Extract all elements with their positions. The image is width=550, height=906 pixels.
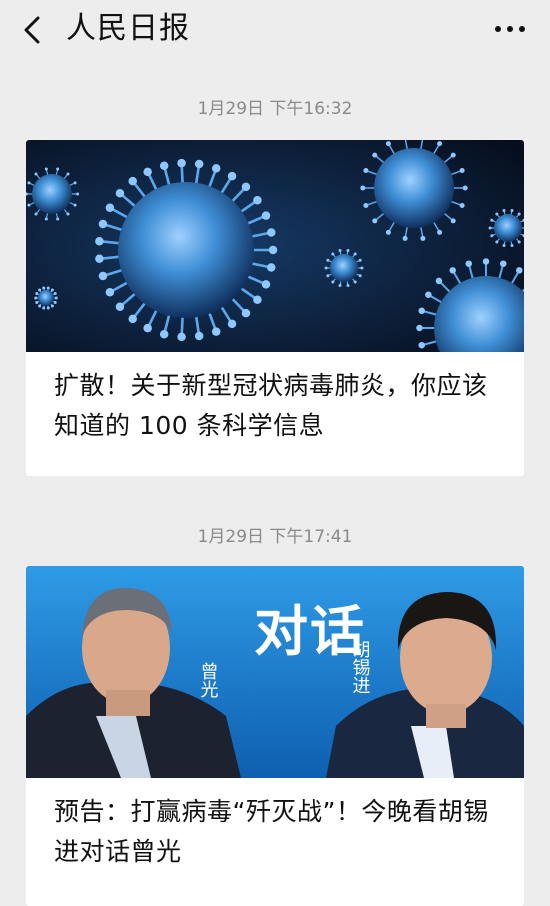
more-options-icon[interactable] bbox=[492, 14, 528, 44]
article-card[interactable]: 扩散！关于新型冠状病毒肺炎，你应该知道的 100 条科学信息 bbox=[26, 140, 524, 476]
article-title: 预告：打赢病毒“歼灭战”！今晚看胡锡进对话曾光 bbox=[26, 778, 524, 872]
nav-bar: 人民日报 bbox=[0, 0, 550, 62]
article-card[interactable]: 对话 曾光 胡锡进 预告：打赢病毒“歼灭战”！今晚看胡锡进对话曾光 bbox=[26, 566, 524, 906]
banner-right-name: 胡锡进 bbox=[350, 640, 371, 694]
article-title: 扩散！关于新型冠状病毒肺炎，你应该知道的 100 条科学信息 bbox=[26, 352, 524, 446]
page-title: 人民日报 bbox=[66, 10, 190, 48]
back-chevron-icon[interactable] bbox=[16, 12, 52, 48]
banner-left-name: 曾光 bbox=[198, 662, 219, 699]
message-timestamp: 1月29日 下午17:41 bbox=[0, 526, 550, 548]
virus-cover-image bbox=[26, 140, 524, 352]
message-timestamp: 1月29日 下午16:32 bbox=[0, 98, 550, 120]
dialogue-cover-image: 对话 曾光 胡锡进 bbox=[26, 566, 524, 778]
